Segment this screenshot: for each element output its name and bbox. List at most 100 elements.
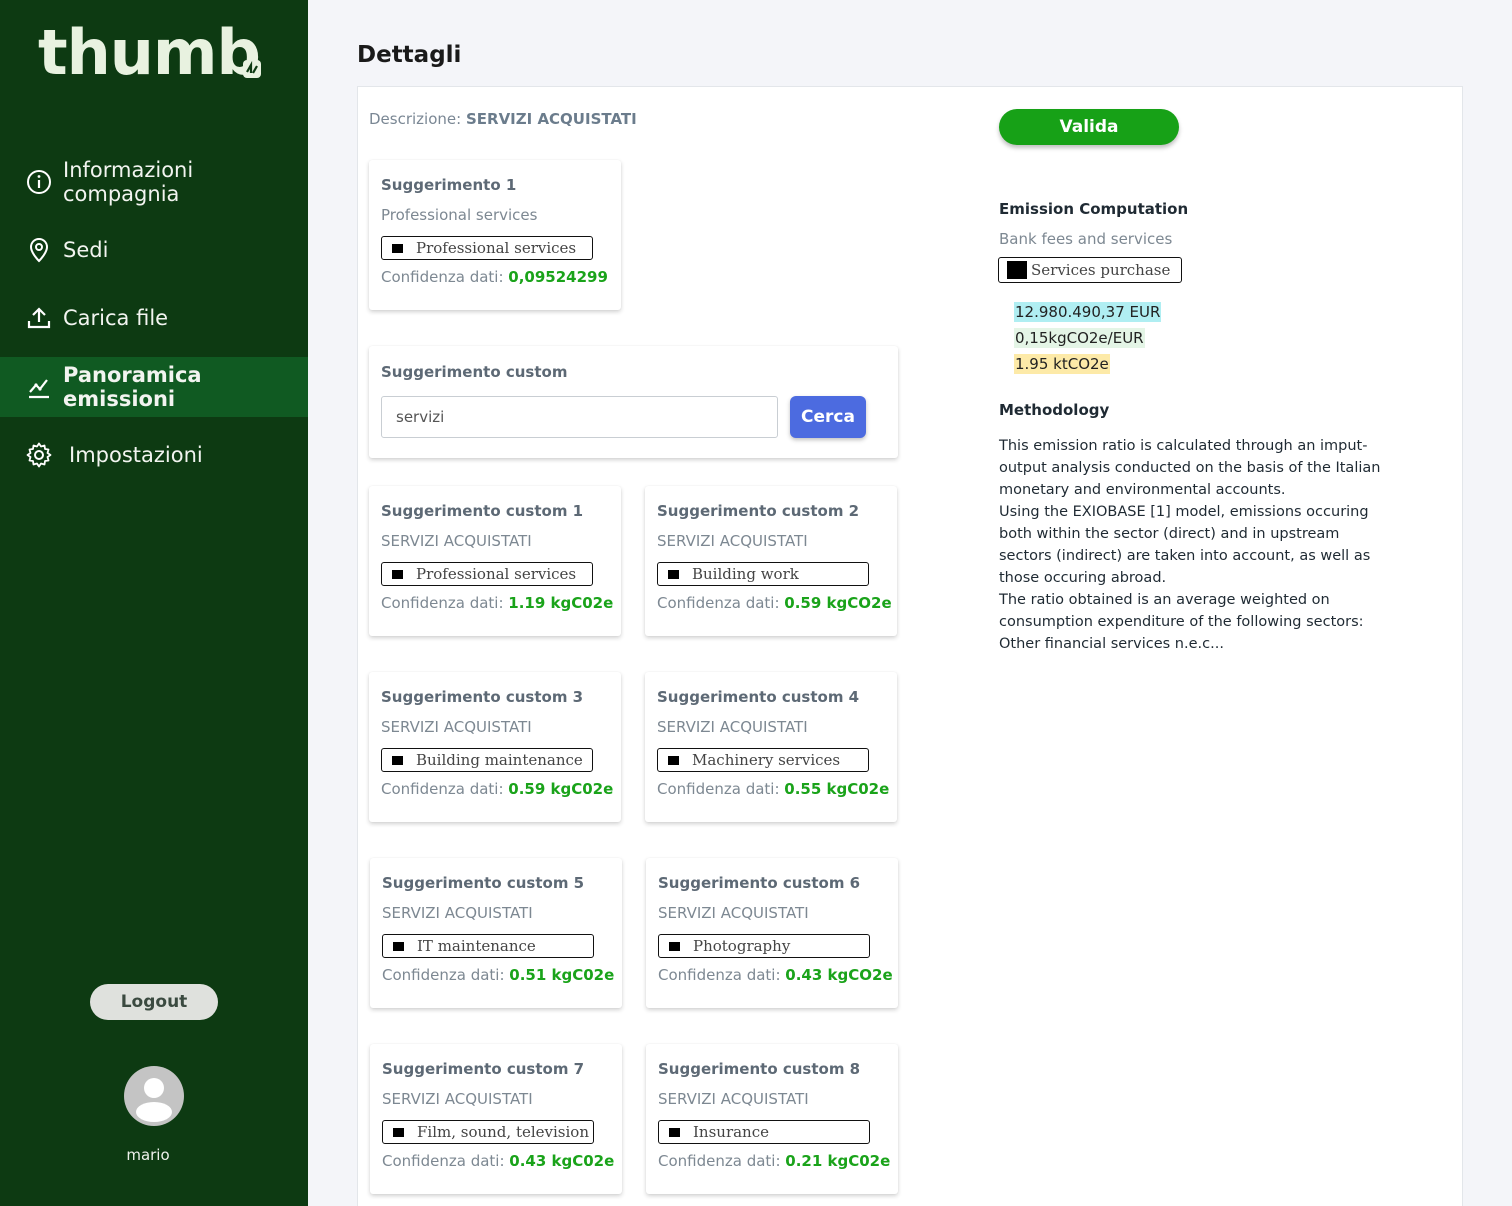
card-title: Suggerimento custom 7 bbox=[382, 1060, 585, 1078]
search-button[interactable]: Cerca bbox=[790, 396, 866, 438]
category-tag[interactable]: Insurance bbox=[658, 1120, 870, 1144]
custom-suggestion-card[interactable]: Suggerimento custom 5 SERVIZI ACQUISTATI… bbox=[370, 858, 622, 1008]
tag-label: Photography bbox=[693, 937, 791, 955]
confidence-value: 0.43 kgC02e bbox=[509, 1152, 615, 1170]
confidence-value: 0.21 kgC02e bbox=[785, 1152, 891, 1170]
card-subtitle: SERVIZI ACQUISTATI bbox=[382, 1090, 533, 1108]
confidence-label: Confidenza dati: bbox=[657, 594, 780, 612]
logo-mark-icon bbox=[243, 60, 261, 78]
description-label: Descrizione: bbox=[369, 110, 462, 128]
nav-label: Carica file bbox=[63, 306, 169, 330]
total-emissions-value: 1.95 ktCO2e bbox=[1014, 354, 1110, 374]
nav-item-panoramica-emissioni[interactable]: Panoramica emissioni bbox=[0, 357, 308, 417]
card-title: Suggerimento custom 5 bbox=[382, 874, 585, 892]
card-title: Suggerimento custom 4 bbox=[657, 688, 860, 706]
confidence: Confidenza dati: 0.59 kgC02e bbox=[381, 780, 613, 798]
upload-icon bbox=[26, 305, 52, 331]
methodology-text: This emission ratio is calculated throug… bbox=[999, 435, 1389, 655]
card-subtitle: SERVIZI ACQUISTATI bbox=[381, 532, 532, 550]
nav-item-impostazioni[interactable]: Impostazioni bbox=[0, 425, 308, 485]
methodology-paragraph: The ratio obtained is an average weighte… bbox=[999, 592, 1364, 652]
confidence: Confidenza dati: 0.21 kgC02e bbox=[658, 1152, 890, 1170]
emission-computation-subtitle: Bank fees and services bbox=[999, 230, 1173, 248]
tag-square-icon bbox=[392, 569, 403, 579]
tag-label: Building maintenance bbox=[416, 751, 583, 769]
confidence: Confidenza dati: 0.43 kgCO2e bbox=[658, 966, 893, 984]
suggestion-card[interactable]: Suggerimento 1 Professional services Pro… bbox=[369, 160, 621, 310]
tag-label: Insurance bbox=[693, 1123, 769, 1141]
chart-line-icon bbox=[26, 374, 52, 400]
custom-suggestion-card[interactable]: Suggerimento custom 7 SERVIZI ACQUISTATI… bbox=[370, 1044, 622, 1194]
card-subtitle: SERVIZI ACQUISTATI bbox=[658, 1090, 809, 1108]
confidence-label: Confidenza dati: bbox=[381, 594, 504, 612]
custom-suggestion-card[interactable]: Suggerimento custom 2 SERVIZI ACQUISTATI… bbox=[645, 486, 897, 636]
avatar[interactable] bbox=[124, 1066, 184, 1126]
methodology-paragraph: Using the EXIOBASE [1] model, emissions … bbox=[999, 504, 1371, 586]
custom-suggestion-title: Suggerimento custom bbox=[381, 363, 568, 381]
emission-factor-value: 0,15kgCO2e/EUR bbox=[1014, 328, 1145, 348]
card-subtitle: SERVIZI ACQUISTATI bbox=[382, 904, 533, 922]
location-pin-icon bbox=[26, 237, 52, 263]
custom-suggestion-card[interactable]: Suggerimento custom 1 SERVIZI ACQUISTATI… bbox=[369, 486, 621, 636]
category-tag[interactable]: Building work bbox=[657, 562, 869, 586]
emission-computation-title: Emission Computation bbox=[999, 200, 1189, 218]
custom-suggestion-card[interactable]: Suggerimento custom 8 SERVIZI ACQUISTATI… bbox=[646, 1044, 898, 1194]
custom-suggestion-box: Suggerimento custom Cerca bbox=[369, 346, 898, 458]
tag-label: Machinery services bbox=[692, 751, 841, 769]
confidence-label: Confidenza dati: bbox=[381, 268, 504, 286]
confidence: Confidenza dati: 0.59 kgCO2e bbox=[657, 594, 892, 612]
username: mario bbox=[126, 1146, 170, 1164]
nav-item-carica-file[interactable]: Carica file bbox=[0, 288, 308, 348]
tag-label: Professional services bbox=[416, 565, 577, 583]
category-tag[interactable]: Photography bbox=[658, 934, 870, 958]
tag-label: Services purchase bbox=[1031, 261, 1171, 279]
logout-button[interactable]: Logout bbox=[90, 984, 218, 1020]
confidence-label: Confidenza dati: bbox=[657, 780, 780, 798]
nav-label: Impostazioni bbox=[69, 443, 203, 467]
card-title: Suggerimento custom 3 bbox=[381, 688, 584, 706]
category-tag[interactable]: Film, sound, television bbox=[382, 1120, 594, 1144]
tag-square-icon bbox=[392, 243, 403, 253]
amount-value: 12.980.490,37 EUR bbox=[1014, 302, 1162, 322]
custom-suggestion-card[interactable]: Suggerimento custom 4 SERVIZI ACQUISTATI… bbox=[645, 672, 897, 822]
custom-suggestion-card[interactable]: Suggerimento custom 3 SERVIZI ACQUISTATI… bbox=[369, 672, 621, 822]
confidence: Confidenza dati: 0.55 kgC02e bbox=[657, 780, 889, 798]
card-subtitle: SERVIZI ACQUISTATI bbox=[381, 718, 532, 736]
tag-label: IT maintenance bbox=[417, 937, 536, 955]
card-subtitle: Professional services bbox=[381, 206, 538, 224]
tag-square-icon bbox=[1007, 261, 1027, 279]
custom-search-input[interactable] bbox=[381, 396, 778, 438]
card-title: Suggerimento 1 bbox=[381, 176, 517, 194]
methodology-title: Methodology bbox=[999, 401, 1110, 419]
category-tag[interactable]: Professional services bbox=[381, 562, 593, 586]
nav-label: Panoramica emissioni bbox=[63, 363, 202, 411]
confidence-label: Confidenza dati: bbox=[658, 966, 781, 984]
app-logo[interactable]: thumb bbox=[38, 22, 261, 84]
tag-label: Building work bbox=[692, 565, 799, 583]
tag-square-icon bbox=[668, 755, 679, 765]
confidence: Confidenza dati: 0,09524299 bbox=[381, 268, 609, 286]
nav-item-informazioni-compagnia[interactable]: Informazioni compagnia bbox=[0, 152, 308, 212]
custom-suggestion-card[interactable]: Suggerimento custom 6 SERVIZI ACQUISTATI… bbox=[646, 858, 898, 1008]
tag-square-icon bbox=[393, 1127, 404, 1137]
card-title: Suggerimento custom 6 bbox=[658, 874, 861, 892]
category-tag[interactable]: Machinery services bbox=[657, 748, 869, 772]
validate-button[interactable]: Valida bbox=[999, 109, 1179, 145]
tag-square-icon bbox=[669, 941, 680, 951]
tag-square-icon bbox=[669, 1127, 680, 1137]
category-tag[interactable]: Professional services bbox=[381, 236, 593, 260]
nav-item-sedi[interactable]: Sedi bbox=[0, 220, 308, 280]
card-subtitle: SERVIZI ACQUISTATI bbox=[657, 532, 808, 550]
info-icon bbox=[26, 169, 52, 195]
nav-label: Informazioni compagnia bbox=[63, 158, 194, 206]
user-icon bbox=[136, 1078, 172, 1122]
gear-icon bbox=[26, 442, 52, 468]
emission-category-tag[interactable]: Services purchase bbox=[998, 257, 1182, 283]
category-tag[interactable]: IT maintenance bbox=[382, 934, 594, 958]
card-title: Suggerimento custom 1 bbox=[381, 502, 584, 520]
category-tag[interactable]: Building maintenance bbox=[381, 748, 593, 772]
tag-label: Film, sound, television bbox=[417, 1123, 589, 1141]
nav-label: Sedi bbox=[63, 238, 109, 262]
confidence: Confidenza dati: 1.19 kgC02e bbox=[381, 594, 613, 612]
page-title: Dettagli bbox=[357, 42, 462, 68]
